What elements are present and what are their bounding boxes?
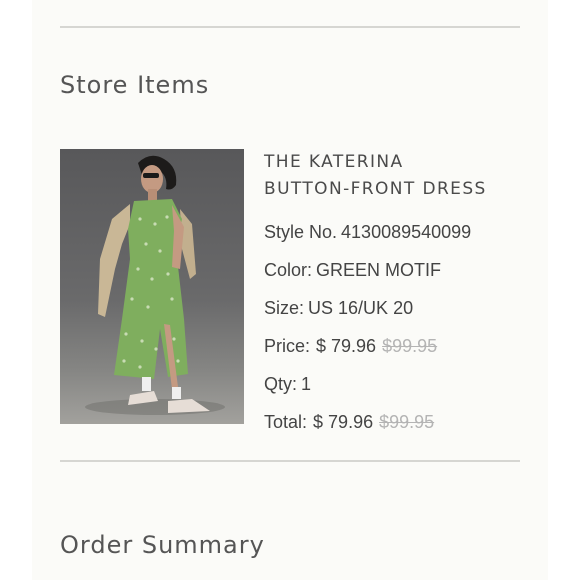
total-row: Total: $ 79.96 $99.95 <box>264 403 534 441</box>
quantity-label: Qty: <box>264 374 298 394</box>
product-image[interactable] <box>60 149 244 424</box>
size-value: US 16/UK 20 <box>308 298 414 318</box>
color-value: GREEN MOTIF <box>316 260 442 280</box>
quantity-value: 1 <box>301 374 312 394</box>
style-number-row: Style No. 4130089540099 <box>264 213 534 251</box>
top-divider <box>60 26 520 28</box>
price-label: Price: <box>264 336 311 356</box>
price-current: $ 79.96 <box>316 336 377 356</box>
order-page: Store Items THE KATERINA BUTTON-FRONT DR… <box>32 0 548 580</box>
style-number-value: 4130089540099 <box>341 222 472 242</box>
color-label: Color: <box>264 260 313 280</box>
size-row: Size: US 16/UK 20 <box>264 289 534 327</box>
color-row: Color: GREEN MOTIF <box>264 251 534 289</box>
product-name[interactable]: THE KATERINA BUTTON-FRONT DRESS <box>264 149 534 203</box>
order-summary-heading: Order Summary <box>60 531 265 559</box>
price-original: $99.95 <box>382 336 438 356</box>
size-label: Size: <box>264 298 305 318</box>
total-original: $99.95 <box>379 412 435 432</box>
quantity-row: Qty: 1 <box>264 365 534 403</box>
price-row: Price: $ 79.96 $99.95 <box>264 327 534 365</box>
section-divider <box>60 460 520 462</box>
style-number-label: Style No. <box>264 222 338 242</box>
item-details: THE KATERINA BUTTON-FRONT DRESS Style No… <box>264 149 534 441</box>
product-name-line2: BUTTON-FRONT DRESS <box>264 179 487 199</box>
store-items-heading: Store Items <box>60 71 210 99</box>
total-current: $ 79.96 <box>313 412 374 432</box>
total-label: Total: <box>264 412 308 432</box>
product-name-line1: THE KATERINA <box>264 152 404 172</box>
